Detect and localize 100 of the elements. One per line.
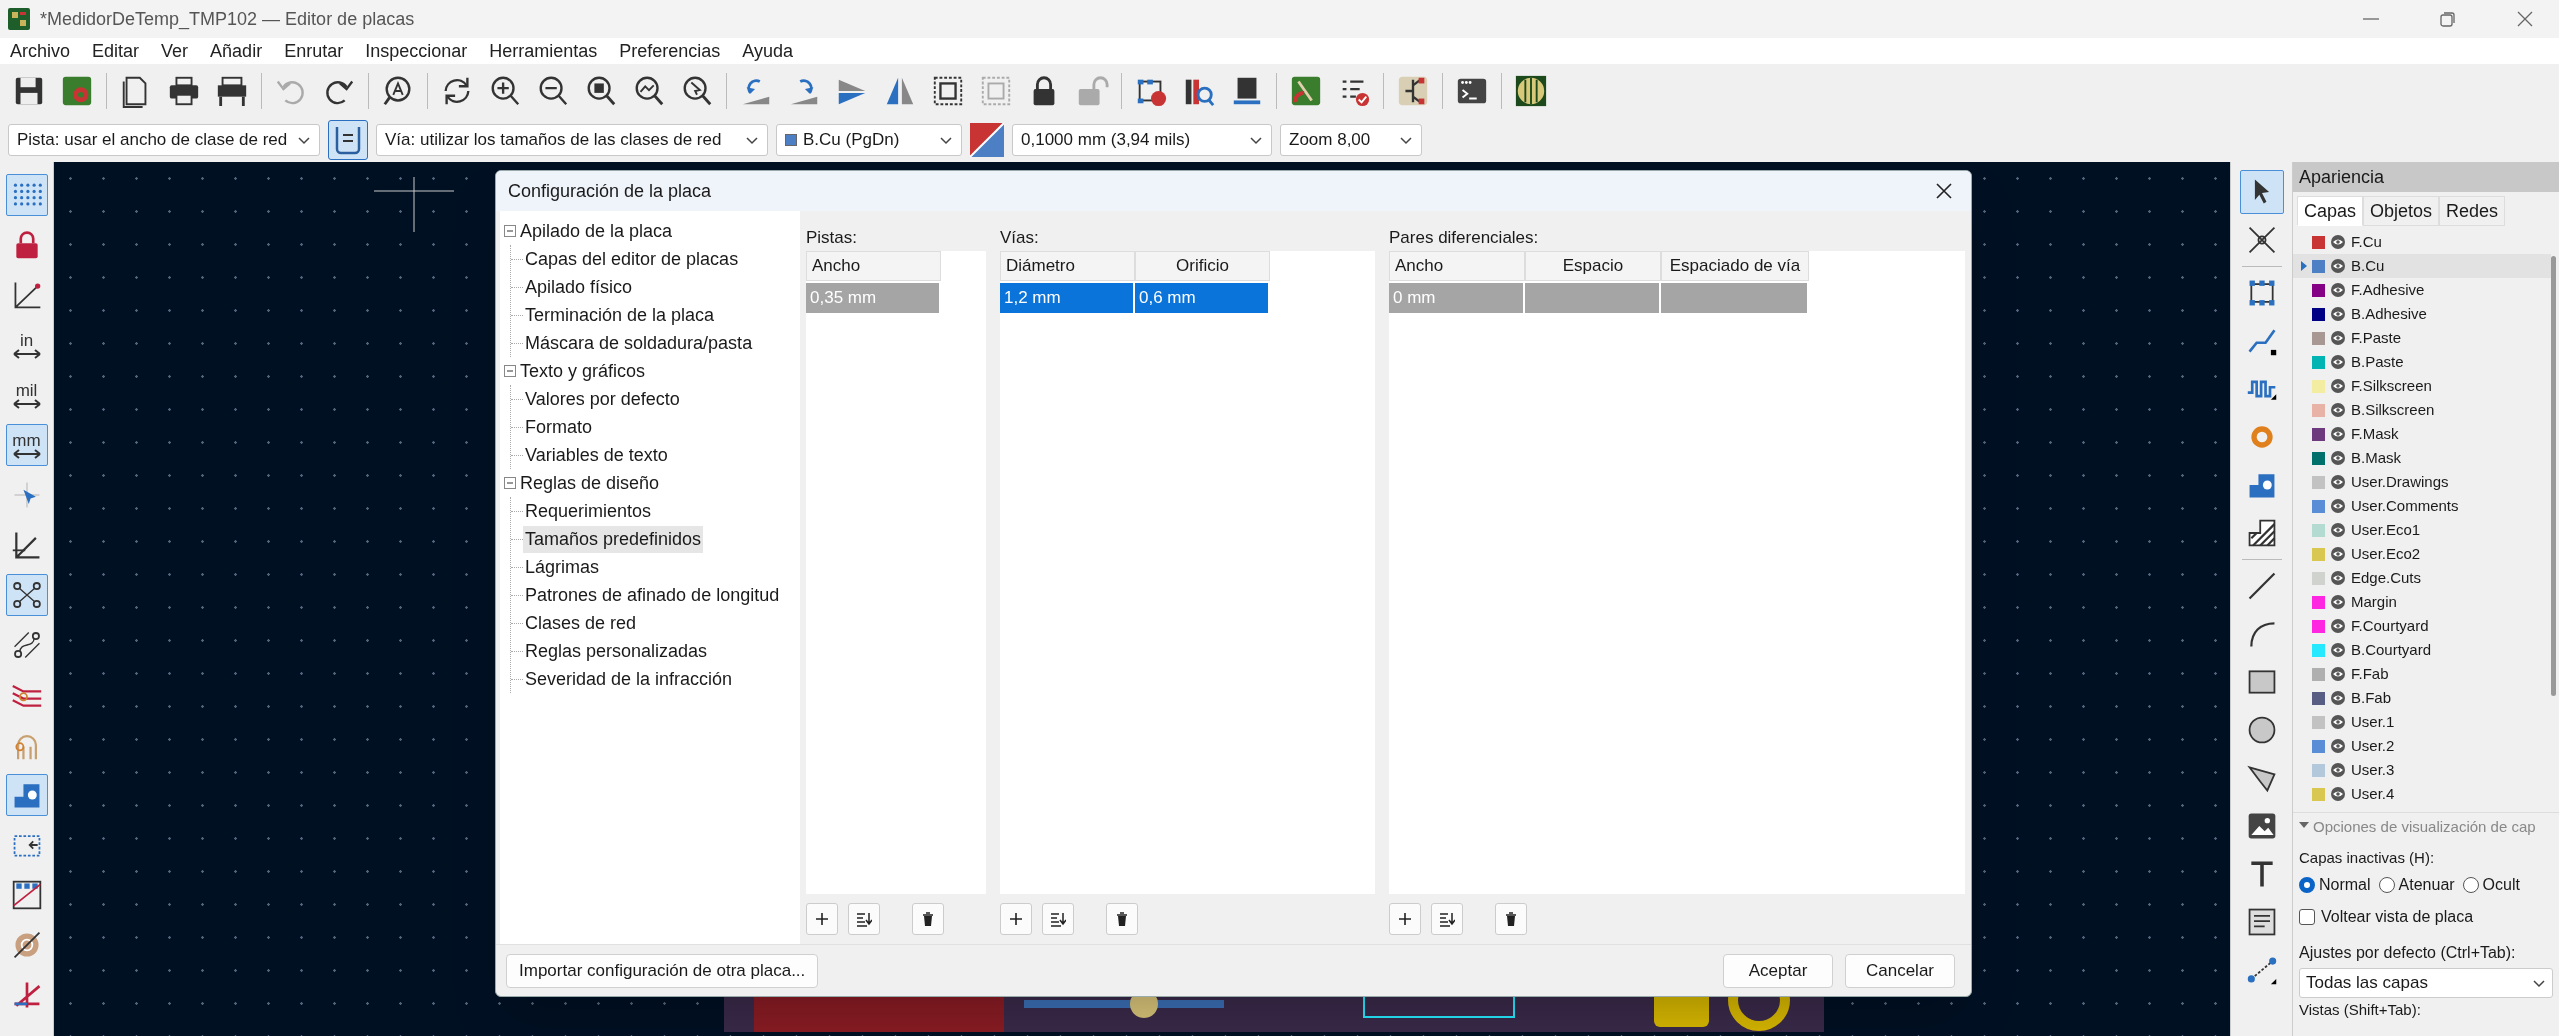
layer-row[interactable]: Edge.Cuts	[2293, 566, 2551, 590]
printer-icon[interactable]	[167, 74, 201, 108]
eye-icon[interactable]	[2330, 306, 2346, 322]
eye-icon[interactable]	[2330, 690, 2346, 706]
eye-icon[interactable]	[2330, 474, 2346, 490]
dropdown[interactable]: Pista: usar el ancho de clase de red	[8, 124, 320, 156]
eye-icon[interactable]	[2330, 570, 2346, 586]
group-icon[interactable]	[931, 74, 965, 108]
layer-row[interactable]: User.Eco2	[2293, 542, 2551, 566]
layer-row[interactable]: B.Mask	[2293, 446, 2551, 470]
layer-row[interactable]: B.Paste	[2293, 350, 2551, 374]
layer-row[interactable]: B.Cu	[2293, 254, 2551, 278]
sort-button[interactable]	[848, 903, 880, 935]
eye-icon[interactable]	[2330, 642, 2346, 658]
delete-button[interactable]	[1495, 903, 1527, 935]
menu-item[interactable]: Ayuda	[742, 37, 794, 65]
tree-item[interactable]: Requerimientos	[523, 497, 654, 525]
layer-row[interactable]: User.4	[2293, 782, 2551, 806]
update-pcb-icon[interactable]	[1289, 74, 1323, 108]
eye-icon[interactable]	[2330, 666, 2346, 682]
layer-row[interactable]: B.Silkscreen	[2293, 398, 2551, 422]
layer-row[interactable]: F.Cu	[2293, 230, 2551, 254]
dropdown[interactable]: B.Cu (PgDn)	[776, 124, 962, 156]
eye-icon[interactable]	[2330, 546, 2346, 562]
collapse-icon[interactable]	[504, 477, 516, 489]
column-header[interactable]: Orificio	[1135, 251, 1270, 281]
tree-item[interactable]: Severidad de la infracción	[523, 665, 735, 693]
eye-icon[interactable]	[2330, 258, 2346, 274]
layer-row[interactable]: User.Comments	[2293, 494, 2551, 518]
sort-button[interactable]	[1042, 903, 1074, 935]
preset-dropdown[interactable]: Todas las capas	[2299, 968, 2553, 998]
eye-icon[interactable]	[2330, 234, 2346, 250]
dropdown[interactable]: 0,1000 mm (3,94 mils)	[1012, 124, 1272, 156]
column-header[interactable]: Espaciado de vía	[1661, 251, 1809, 281]
eye-icon[interactable]	[2330, 450, 2346, 466]
menu-item[interactable]: Enrutar	[284, 37, 344, 65]
table-cell[interactable]: 1,2 mm	[1000, 283, 1133, 313]
board-settings-icon[interactable]	[60, 74, 94, 108]
eye-icon[interactable]	[2330, 762, 2346, 778]
eye-icon[interactable]	[2330, 594, 2346, 610]
dropdown[interactable]: Zoom 8,00	[1280, 124, 1422, 156]
layer-row[interactable]: B.Fab	[2293, 686, 2551, 710]
collapse-icon[interactable]	[504, 365, 516, 377]
layer-row[interactable]: User.1	[2293, 710, 2551, 734]
toggle-button[interactable]	[5, 774, 48, 816]
eye-icon[interactable]	[2330, 522, 2346, 538]
eye-icon[interactable]	[2330, 282, 2346, 298]
layer-row[interactable]: User.3	[2293, 758, 2551, 782]
eye-icon[interactable]	[2330, 330, 2346, 346]
menu-item[interactable]: Inspeccionar	[365, 37, 468, 65]
eye-icon[interactable]	[2330, 426, 2346, 442]
tree-item[interactable]: Reglas personalizadas	[523, 637, 710, 665]
plotter-icon[interactable]	[215, 74, 249, 108]
tool-button[interactable]	[2239, 170, 2284, 214]
layer-row[interactable]: F.Courtyard	[2293, 614, 2551, 638]
dropdown[interactable]: Vía: utilizar los tamaños de las clases de red	[376, 124, 768, 156]
layer-row[interactable]: F.Adhesive	[2293, 278, 2551, 302]
schematic-icon[interactable]	[1396, 74, 1430, 108]
layer-row[interactable]: Margin	[2293, 590, 2551, 614]
plugin-icon[interactable]	[1514, 74, 1548, 108]
eye-icon[interactable]	[2330, 378, 2346, 394]
layer-row[interactable]: B.Adhesive	[2293, 302, 2551, 326]
tab[interactable]: Redes	[2439, 196, 2506, 226]
tree-item[interactable]: Formato	[523, 413, 595, 441]
tree-item[interactable]: Variables de texto	[523, 441, 670, 469]
column-header[interactable]: Ancho	[806, 251, 941, 281]
layer-row[interactable]: B.Courtyard	[2293, 638, 2551, 662]
layer-row[interactable]: F.Mask	[2293, 422, 2551, 446]
close-icon[interactable]	[1935, 182, 1953, 200]
tree-item[interactable]: Valores por defecto	[523, 385, 682, 413]
delete-button[interactable]	[912, 903, 944, 935]
tree-item[interactable]: Reglas de diseño	[520, 469, 660, 497]
eye-icon[interactable]	[2330, 786, 2346, 802]
cancel-button[interactable]: Cancelar	[1845, 953, 1955, 988]
layer-row[interactable]: User.2	[2293, 734, 2551, 758]
eye-icon[interactable]	[2330, 498, 2346, 514]
empty-table-cell[interactable]	[1525, 283, 1659, 313]
menu-item[interactable]: Ver	[161, 37, 189, 65]
menu-item[interactable]: Añadir	[210, 37, 263, 65]
tree-item[interactable]: Patrones de afinado de longitud	[523, 581, 782, 609]
menu-item[interactable]: Archivo	[10, 37, 71, 65]
add-button[interactable]	[1000, 903, 1032, 935]
toggle-button[interactable]	[5, 174, 48, 216]
layer-row[interactable]: User.Drawings	[2293, 470, 2551, 494]
tree-item[interactable]: Clases de red	[523, 609, 639, 637]
tree-item[interactable]: Máscara de soldadura/pasta	[523, 329, 755, 357]
tree-item[interactable]: Apilado físico	[523, 273, 635, 301]
restore-icon[interactable]	[2439, 10, 2457, 28]
eye-icon[interactable]	[2330, 714, 2346, 730]
layer-row[interactable]: F.Paste	[2293, 326, 2551, 350]
toggle-button[interactable]	[5, 574, 48, 616]
radio-button[interactable]	[2462, 877, 2479, 893]
tree-item[interactable]: Terminación de la placa	[523, 301, 717, 329]
column-header[interactable]: Espacio	[1525, 251, 1661, 281]
eye-icon[interactable]	[2330, 402, 2346, 418]
tab[interactable]: Capas	[2297, 196, 2364, 226]
tree-item[interactable]: Capas del editor de placas	[523, 245, 741, 273]
tree-item[interactable]: Tamaños predefinidos	[523, 525, 704, 553]
menu-item[interactable]: Editar	[92, 37, 140, 65]
layer-row[interactable]: F.Silkscreen	[2293, 374, 2551, 398]
